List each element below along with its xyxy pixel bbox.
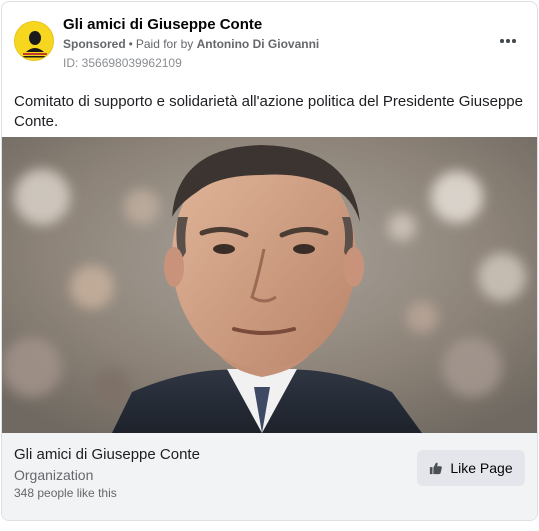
paid-for-name: Antonino Di Giovanni	[196, 37, 320, 51]
ad-id: ID: 356698039962109	[63, 56, 182, 70]
ad-image[interactable]	[2, 137, 537, 433]
page-footer: Gli amici di Giuseppe Conte Organization…	[2, 433, 537, 520]
page-name-link[interactable]: Gli amici di Giuseppe Conte	[63, 16, 262, 33]
ad-card: Gli amici di Giuseppe Conte Sponsored • Pa…	[1, 1, 538, 521]
like-page-button[interactable]: Like Page	[417, 450, 525, 486]
page-avatar[interactable]	[14, 21, 54, 61]
avatar-logo	[15, 22, 53, 60]
more-options-icon[interactable]	[497, 30, 519, 52]
sponsored-label[interactable]: Sponsored	[63, 37, 126, 51]
post-text: Comitato di supporto e solidarietà all'a…	[14, 93, 523, 130]
thumbs-up-icon	[430, 462, 443, 475]
footer-likes-count: 348 people like this	[14, 486, 117, 500]
portrait-photo	[2, 137, 537, 433]
paid-for-prefix: Paid for by	[135, 37, 194, 51]
separator: •	[128, 37, 133, 51]
like-page-label: Like Page	[450, 460, 513, 476]
ad-header: Gli amici di Giuseppe Conte Sponsored • Pa…	[2, 2, 537, 76]
footer-page-name[interactable]: Gli amici di Giuseppe Conte	[14, 446, 200, 463]
footer-category: Organization	[14, 467, 94, 483]
sponsored-line: Sponsored • Paid for by Antonino Di Giovan…	[63, 37, 319, 51]
